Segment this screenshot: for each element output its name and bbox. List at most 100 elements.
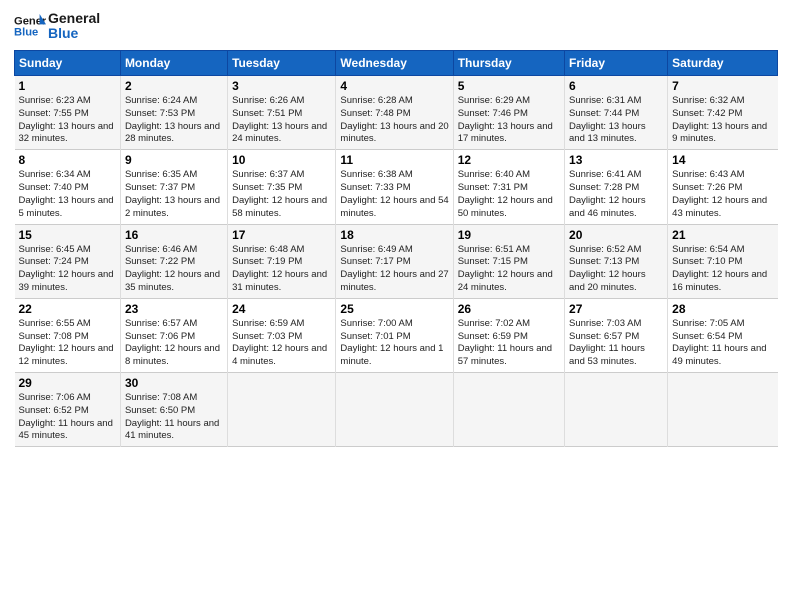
day-number: 7 <box>672 79 773 93</box>
day-info: Sunrise: 6:26 AMSunset: 7:51 PMDaylight:… <box>232 95 331 146</box>
calendar-cell: 23 Sunrise: 6:57 AMSunset: 7:06 PMDayligh… <box>120 298 227 372</box>
day-info: Sunrise: 7:05 AMSunset: 6:54 PMDaylight:… <box>672 318 773 369</box>
calendar-cell: 15 Sunrise: 6:45 AMSunset: 7:24 PMDayligh… <box>15 224 121 298</box>
calendar-cell: 6 Sunrise: 6:31 AMSunset: 7:44 PMDaylight… <box>565 76 668 150</box>
calendar-cell <box>336 373 453 447</box>
day-info: Sunrise: 6:31 AMSunset: 7:44 PMDaylight:… <box>569 95 663 146</box>
day-info: Sunrise: 6:52 AMSunset: 7:13 PMDaylight:… <box>569 244 663 295</box>
day-info: Sunrise: 7:03 AMSunset: 6:57 PMDaylight:… <box>569 318 663 369</box>
day-info: Sunrise: 6:32 AMSunset: 7:42 PMDaylight:… <box>672 95 773 146</box>
day-number: 20 <box>569 228 663 242</box>
calendar-cell: 27 Sunrise: 7:03 AMSunset: 6:57 PMDayligh… <box>565 298 668 372</box>
calendar-cell: 2 Sunrise: 6:24 AMSunset: 7:53 PMDaylight… <box>120 76 227 150</box>
calendar-cell: 17 Sunrise: 6:48 AMSunset: 7:19 PMDayligh… <box>228 224 336 298</box>
logo-icon: General Blue <box>14 10 46 42</box>
day-number: 5 <box>458 79 560 93</box>
day-number: 8 <box>19 153 116 167</box>
day-number: 13 <box>569 153 663 167</box>
day-number: 30 <box>125 376 223 390</box>
calendar-cell: 7 Sunrise: 6:32 AMSunset: 7:42 PMDaylight… <box>668 76 778 150</box>
week-row-3: 15 Sunrise: 6:45 AMSunset: 7:24 PMDayligh… <box>15 224 778 298</box>
week-row-5: 29 Sunrise: 7:06 AMSunset: 6:52 PMDayligh… <box>15 373 778 447</box>
day-info: Sunrise: 6:59 AMSunset: 7:03 PMDaylight:… <box>232 318 331 369</box>
calendar-cell: 1 Sunrise: 6:23 AMSunset: 7:55 PMDaylight… <box>15 76 121 150</box>
weekday-header-row: SundayMondayTuesdayWednesdayThursdayFrid… <box>15 51 778 76</box>
calendar-cell: 19 Sunrise: 6:51 AMSunset: 7:15 PMDayligh… <box>453 224 564 298</box>
calendar-cell: 28 Sunrise: 7:05 AMSunset: 6:54 PMDayligh… <box>668 298 778 372</box>
day-number: 2 <box>125 79 223 93</box>
weekday-saturday: Saturday <box>668 51 778 76</box>
day-info: Sunrise: 6:43 AMSunset: 7:26 PMDaylight:… <box>672 169 773 220</box>
day-info: Sunrise: 6:41 AMSunset: 7:28 PMDaylight:… <box>569 169 663 220</box>
day-number: 25 <box>340 302 448 316</box>
day-info: Sunrise: 6:46 AMSunset: 7:22 PMDaylight:… <box>125 244 223 295</box>
day-info: Sunrise: 6:24 AMSunset: 7:53 PMDaylight:… <box>125 95 223 146</box>
calendar-cell: 21 Sunrise: 6:54 AMSunset: 7:10 PMDayligh… <box>668 224 778 298</box>
calendar-cell: 25 Sunrise: 7:00 AMSunset: 7:01 PMDayligh… <box>336 298 453 372</box>
calendar-cell: 14 Sunrise: 6:43 AMSunset: 7:26 PMDayligh… <box>668 150 778 224</box>
day-number: 22 <box>19 302 116 316</box>
day-info: Sunrise: 6:48 AMSunset: 7:19 PMDaylight:… <box>232 244 331 295</box>
calendar-cell: 22 Sunrise: 6:55 AMSunset: 7:08 PMDayligh… <box>15 298 121 372</box>
day-info: Sunrise: 6:29 AMSunset: 7:46 PMDaylight:… <box>458 95 560 146</box>
day-info: Sunrise: 7:00 AMSunset: 7:01 PMDaylight:… <box>340 318 448 369</box>
page: General Blue General Blue SundayMondayTu… <box>0 0 792 457</box>
calendar-cell: 30 Sunrise: 7:08 AMSunset: 6:50 PMDayligh… <box>120 373 227 447</box>
weekday-tuesday: Tuesday <box>228 51 336 76</box>
calendar-table: SundayMondayTuesdayWednesdayThursdayFrid… <box>14 50 778 447</box>
day-number: 6 <box>569 79 663 93</box>
day-number: 4 <box>340 79 448 93</box>
day-number: 19 <box>458 228 560 242</box>
day-info: Sunrise: 6:55 AMSunset: 7:08 PMDaylight:… <box>19 318 116 369</box>
day-number: 17 <box>232 228 331 242</box>
day-info: Sunrise: 6:51 AMSunset: 7:15 PMDaylight:… <box>458 244 560 295</box>
day-info: Sunrise: 6:54 AMSunset: 7:10 PMDaylight:… <box>672 244 773 295</box>
day-number: 14 <box>672 153 773 167</box>
calendar-cell: 8Sunrise: 6:34 AMSunset: 7:40 PMDaylight… <box>15 150 121 224</box>
day-info: Sunrise: 7:08 AMSunset: 6:50 PMDaylight:… <box>125 392 223 443</box>
week-row-2: 8Sunrise: 6:34 AMSunset: 7:40 PMDaylight… <box>15 150 778 224</box>
day-number: 18 <box>340 228 448 242</box>
day-info: Sunrise: 6:49 AMSunset: 7:17 PMDaylight:… <box>340 244 448 295</box>
day-info: Sunrise: 7:06 AMSunset: 6:52 PMDaylight:… <box>19 392 116 443</box>
weekday-monday: Monday <box>120 51 227 76</box>
week-row-4: 22 Sunrise: 6:55 AMSunset: 7:08 PMDayligh… <box>15 298 778 372</box>
day-number: 1 <box>19 79 116 93</box>
calendar-cell <box>228 373 336 447</box>
day-info: Sunrise: 6:37 AMSunset: 7:35 PMDaylight:… <box>232 169 331 220</box>
day-number: 28 <box>672 302 773 316</box>
header: General Blue General Blue <box>14 10 778 42</box>
day-number: 29 <box>19 376 116 390</box>
calendar-cell: 18 Sunrise: 6:49 AMSunset: 7:17 PMDayligh… <box>336 224 453 298</box>
calendar-cell <box>565 373 668 447</box>
day-number: 10 <box>232 153 331 167</box>
calendar-cell: 9Sunrise: 6:35 AMSunset: 7:37 PMDaylight… <box>120 150 227 224</box>
calendar-cell: 29 Sunrise: 7:06 AMSunset: 6:52 PMDayligh… <box>15 373 121 447</box>
day-number: 24 <box>232 302 331 316</box>
day-number: 9 <box>125 153 223 167</box>
day-info: Sunrise: 7:02 AMSunset: 6:59 PMDaylight:… <box>458 318 560 369</box>
calendar-cell: 3 Sunrise: 6:26 AMSunset: 7:51 PMDaylight… <box>228 76 336 150</box>
week-row-1: 1 Sunrise: 6:23 AMSunset: 7:55 PMDaylight… <box>15 76 778 150</box>
calendar-cell: 5 Sunrise: 6:29 AMSunset: 7:46 PMDaylight… <box>453 76 564 150</box>
logo-general: General <box>48 11 100 26</box>
calendar-cell: 16Sunrise: 6:46 AMSunset: 7:22 PMDayligh… <box>120 224 227 298</box>
day-number: 21 <box>672 228 773 242</box>
day-number: 23 <box>125 302 223 316</box>
logo: General Blue General Blue <box>14 10 100 42</box>
day-number: 12 <box>458 153 560 167</box>
weekday-thursday: Thursday <box>453 51 564 76</box>
day-number: 3 <box>232 79 331 93</box>
day-number: 27 <box>569 302 663 316</box>
day-info: Sunrise: 6:40 AMSunset: 7:31 PMDaylight:… <box>458 169 560 220</box>
day-number: 15 <box>19 228 116 242</box>
day-info: Sunrise: 6:57 AMSunset: 7:06 PMDaylight:… <box>125 318 223 369</box>
day-info: Sunrise: 6:23 AMSunset: 7:55 PMDaylight:… <box>19 95 116 146</box>
day-info: Sunrise: 6:45 AMSunset: 7:24 PMDaylight:… <box>19 244 116 295</box>
weekday-wednesday: Wednesday <box>336 51 453 76</box>
calendar-cell: 11Sunrise: 6:38 AMSunset: 7:33 PMDayligh… <box>336 150 453 224</box>
day-info: Sunrise: 6:38 AMSunset: 7:33 PMDaylight:… <box>340 169 448 220</box>
calendar-cell: 24 Sunrise: 6:59 AMSunset: 7:03 PMDayligh… <box>228 298 336 372</box>
day-info: Sunrise: 6:28 AMSunset: 7:48 PMDaylight:… <box>340 95 448 146</box>
calendar-cell: 10 Sunrise: 6:37 AMSunset: 7:35 PMDayligh… <box>228 150 336 224</box>
